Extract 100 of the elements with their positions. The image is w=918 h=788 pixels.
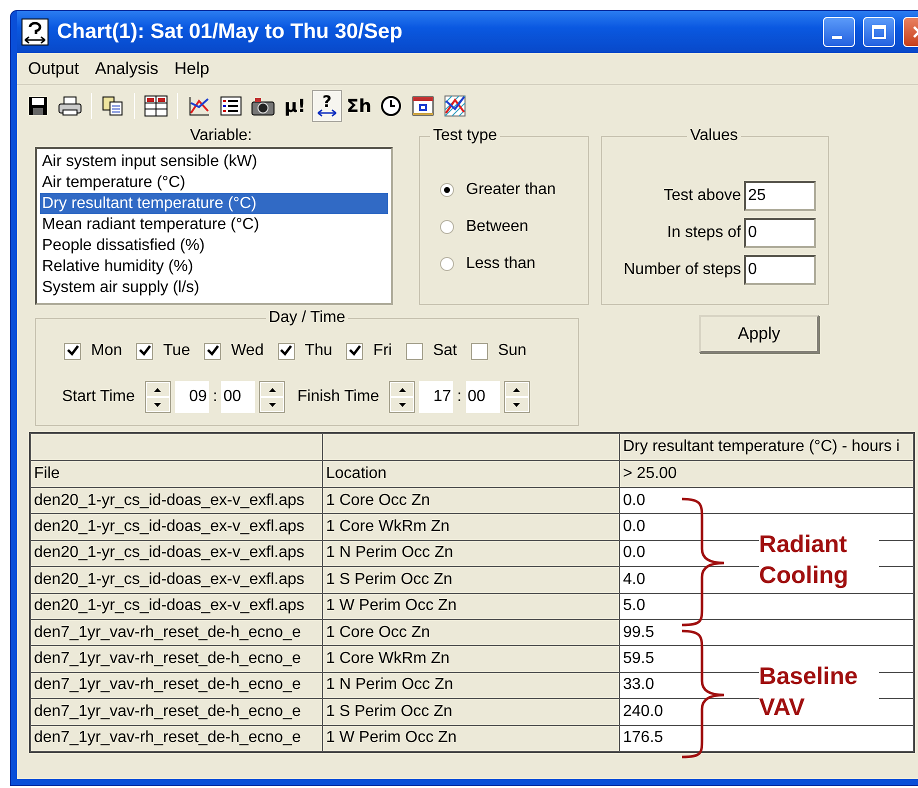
radio-option[interactable]: Greater than [430, 171, 578, 208]
table-cell: 1 Core WkRm Zn [322, 646, 620, 672]
input-field[interactable]: 25 [744, 180, 816, 210]
spin-button[interactable] [389, 381, 416, 413]
table-cell: den20_1-yr_cs_id-doas_ex-v_exfl.aps [30, 566, 322, 594]
input-field[interactable]: 0 [744, 218, 816, 248]
toolbar-button[interactable]: ? [312, 90, 342, 122]
down-arrow-icon [513, 402, 520, 406]
table-cell: den20_1-yr_cs_id-doas_ex-v_exfl.aps [30, 514, 322, 540]
time-separator: : [212, 388, 218, 406]
toolbar-button[interactable]: µ! [280, 90, 310, 122]
radio-option[interactable]: Between [430, 208, 578, 245]
table-cell: 5.0 [620, 593, 914, 620]
time-field[interactable]: 09 [174, 381, 209, 413]
field-label: Test above [664, 186, 741, 204]
double-arrow-icon [316, 109, 338, 117]
table-cell: 1 S Perim Occ Zn [322, 698, 620, 726]
minimize-button[interactable] [823, 17, 855, 47]
apply-button[interactable]: Apply [699, 315, 819, 353]
list-item[interactable]: Air system input sensible (kW) [40, 151, 388, 172]
table-cell: 1 S Perim Occ Zn [322, 566, 620, 594]
table-cell: 0.0 [620, 488, 914, 514]
up-arrow-icon [398, 388, 406, 392]
menu-item[interactable]: Help [167, 56, 216, 80]
day-label: Tue [163, 342, 190, 360]
day-label: Sun [498, 342, 526, 360]
up-arrow-icon [513, 388, 520, 392]
up-arrow-icon [154, 388, 162, 392]
group-title: Test type [432, 127, 498, 145]
radio-option[interactable]: Less than [430, 245, 578, 282]
checkbox[interactable] [470, 342, 488, 360]
line-chart-icon [188, 96, 210, 116]
checkbox[interactable] [406, 342, 423, 360]
list-item[interactable]: People dissatisfied (%) [40, 235, 388, 256]
time-field[interactable]: 00 [221, 381, 256, 413]
down-arrow-icon [268, 402, 276, 406]
list-item[interactable]: Mean radiant temperature (°C) [40, 214, 388, 235]
checkbox[interactable] [136, 342, 154, 360]
table-cell: 1 N Perim Occ Zn [322, 540, 620, 567]
table-cell: 1 W Perim Occ Zn [322, 725, 620, 752]
table-cell: den7_1yr_vav-rh_reset_de-h_ecno_e [30, 672, 322, 699]
time-field[interactable]: 00 [466, 381, 500, 413]
table-cell: den7_1yr_vav-rh_reset_de-h_ecno_e [30, 698, 322, 726]
column-header: Dry resultant temperature (°C) - hours i [620, 434, 914, 460]
day-label: Thu [304, 342, 332, 360]
column-header: File [30, 460, 322, 488]
time-separator: : [457, 388, 462, 406]
down-arrow-icon [154, 402, 162, 406]
copy-icon [102, 96, 124, 116]
table-cell: 176.5 [620, 725, 914, 752]
table-cell: den20_1-yr_cs_id-doas_ex-v_exfl.aps [30, 488, 322, 514]
spin-button[interactable] [504, 381, 530, 413]
table-cell: 1 W Perim Occ Zn [322, 593, 620, 620]
clock-icon [380, 95, 402, 117]
spin-button[interactable] [259, 381, 286, 413]
table-cell: den20_1-yr_cs_id-doas_ex-v_exfl.aps [30, 540, 322, 567]
minimize-icon [832, 36, 842, 38]
day-label: Sat [432, 342, 457, 360]
column-header: Location [322, 460, 620, 488]
toolbar-button[interactable]: Σh [344, 90, 374, 122]
field-label: In steps of [667, 224, 741, 242]
radio-button[interactable] [440, 220, 454, 234]
table-cell: 1 Core Occ Zn [322, 488, 620, 514]
table-cell: 1 Core WkRm Zn [322, 514, 620, 540]
time-label: Start Time [62, 388, 135, 406]
radio-button[interactable] [440, 182, 454, 196]
radio-button[interactable] [440, 256, 454, 270]
printer-icon [58, 96, 82, 116]
table-cell: den7_1yr_vav-rh_reset_de-h_ecno_e [30, 646, 322, 672]
table-cell: 1 Core Occ Zn [322, 619, 620, 646]
checkbox[interactable] [346, 342, 364, 360]
window-icon [412, 96, 434, 116]
list-item[interactable]: Dry resultant temperature (°C) [40, 193, 388, 214]
maximize-button[interactable] [863, 17, 895, 47]
checkbox[interactable] [64, 342, 81, 360]
menu-item[interactable]: Output [21, 56, 86, 80]
maximize-icon [871, 24, 887, 40]
menu-item[interactable]: Analysis [88, 56, 166, 80]
camera-icon [251, 96, 275, 116]
day-label: Mon [91, 342, 122, 360]
list-item[interactable]: Air temperature (°C) [40, 172, 388, 193]
variable-label: Variable: [190, 127, 252, 146]
day-label: Fri [373, 342, 392, 360]
column-header: > 25.00 [620, 460, 914, 488]
field-label: Number of steps [624, 260, 741, 278]
list-item[interactable]: System air supply (l/s) [40, 277, 388, 298]
app-icon [21, 18, 49, 46]
spin-button[interactable] [144, 381, 171, 413]
save-icon [28, 96, 48, 116]
input-field[interactable]: 0 [744, 254, 816, 284]
time-label: Finish Time [297, 388, 380, 406]
down-arrow-icon [398, 402, 406, 406]
hatched-chart-icon [444, 95, 466, 117]
checkbox[interactable] [204, 342, 222, 360]
checkbox[interactable] [278, 342, 295, 360]
time-field[interactable]: 17 [419, 381, 454, 413]
group-title: Values [689, 127, 739, 145]
list-item[interactable]: Relative humidity (%) [40, 256, 388, 277]
table-cell: den7_1yr_vav-rh_reset_de-h_ecno_e [30, 725, 322, 752]
table-cell: den7_1yr_vav-rh_reset_de-h_ecno_e [30, 619, 322, 646]
